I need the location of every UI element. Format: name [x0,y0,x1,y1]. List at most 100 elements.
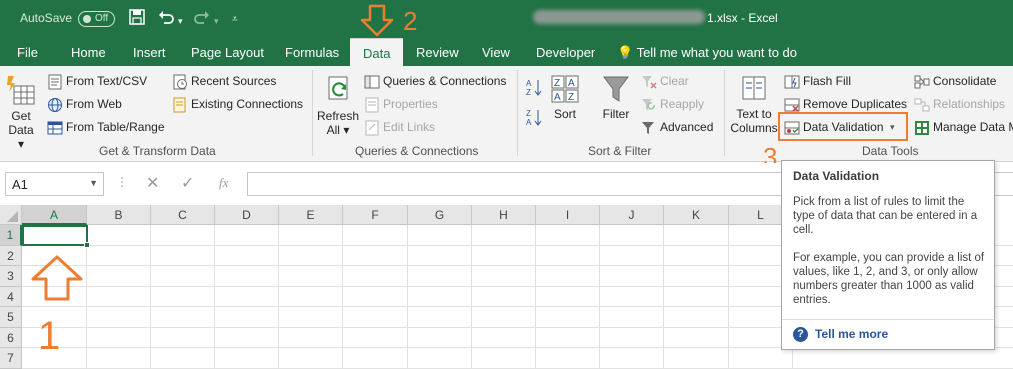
undo-dropdown-icon[interactable]: ▾ [178,12,183,30]
insert-function-icon[interactable]: fx [219,175,228,191]
text-to-columns-label-2: Columns [730,121,778,135]
name-box[interactable]: A1 ▼ [5,172,104,196]
reapply-button[interactable]: Reapply [641,97,704,113]
refresh-all-button[interactable]: Refresh All ▾ [316,74,360,137]
column-header-j[interactable]: J [600,205,664,225]
flash-fill-button[interactable]: Flash Fill [784,74,851,90]
redo-icon[interactable] [194,9,210,30]
advanced-filter-icon [642,122,654,134]
tab-review[interactable]: Review [416,45,459,60]
edit-links-icon [365,120,379,136]
tab-file[interactable]: File [17,45,38,60]
manage-data-model-button[interactable]: Manage Data M [914,120,1013,136]
select-all-corner[interactable] [0,205,22,225]
tab-view[interactable]: View [482,45,510,60]
edit-links-button[interactable]: Edit Links [364,120,435,136]
sort-z-a-button[interactable]: ZA [526,108,542,131]
sort-a-z-button[interactable]: AZ [526,78,542,101]
svg-text:Z: Z [526,109,531,118]
step1-arrow-icon [31,255,83,301]
properties-button[interactable]: Properties [364,97,438,113]
text-to-columns-button[interactable]: Text to Columns [728,74,780,135]
recent-sources-button[interactable]: Recent Sources [172,74,276,90]
cancel-icon[interactable]: ✕ [146,173,159,193]
tab-insert[interactable]: Insert [133,45,166,60]
column-header-e[interactable]: E [279,205,343,225]
fill-handle[interactable] [84,242,90,248]
toggle-knob [83,15,91,23]
filter-label: Filter [602,107,630,121]
sort-button[interactable]: Z A A Z Sort [549,74,581,121]
tab-home[interactable]: Home [71,45,106,60]
tell-me-more-link[interactable]: ? Tell me more [793,327,889,343]
get-data-button[interactable]: Get Data ▾ [4,74,38,151]
recent-sources-icon [173,74,187,90]
queries-connections-icon [364,75,380,89]
consolidate-icon [914,75,930,89]
from-web-button[interactable]: From Web [47,97,122,113]
row-header-2[interactable]: 2 [0,246,22,266]
column-header-h[interactable]: H [472,205,536,225]
text-to-columns-label-1: Text to [736,107,772,121]
row-header-4[interactable]: 4 [0,287,22,307]
from-table-range-button[interactable]: From Table/Range [47,120,165,136]
refresh-label-1: Refresh [316,109,360,123]
name-box-dropdown-icon[interactable]: ▼ [89,178,98,188]
globe-icon [48,98,62,112]
svg-text:A: A [568,78,575,89]
queries-connections-button[interactable]: Queries & Connections [364,74,506,90]
row-header-3[interactable]: 3 [0,266,22,287]
svg-text:Z: Z [568,92,574,103]
save-icon[interactable] [129,9,145,30]
tab-developer[interactable]: Developer [536,45,595,60]
svg-text:A: A [526,118,532,127]
table-icon [47,121,63,135]
title-bar: AutoSave Off ▾ ▾ ⩡ 2 1.xlsx - Excel [0,0,1013,38]
data-validation-tooltip: Data Validation Pick from a list of rule… [781,160,995,350]
tell-me-box[interactable]: 💡 Tell me what you want to do [617,45,797,61]
tab-data[interactable]: Data [350,38,404,66]
remove-duplicates-icon [784,98,800,112]
relationships-button[interactable]: Relationships [914,97,1005,113]
get-data-label-2: Data ▾ [8,123,34,151]
group-separator [517,70,518,156]
column-header-b[interactable]: B [87,205,151,225]
remove-duplicates-button[interactable]: Remove Duplicates [784,97,907,113]
undo-icon[interactable] [158,9,174,30]
tell-me-text: Tell me what you want to do [636,45,797,60]
blurred-filename [533,10,705,24]
filter-button[interactable]: Filter [599,74,633,121]
tab-page-layout[interactable]: Page Layout [191,45,264,60]
text-file-icon [48,74,62,90]
customize-qat-icon[interactable]: ⩡ [232,11,238,29]
column-header-c[interactable]: C [151,205,215,225]
svg-text:A: A [554,92,561,103]
text-to-columns-icon [742,76,766,100]
tell-me-more-label: Tell me more [815,327,889,341]
advanced-button[interactable]: Advanced [641,120,713,136]
column-header-d[interactable]: D [215,205,279,225]
tab-formulas[interactable]: Formulas [285,45,339,60]
enter-icon[interactable]: ✓ [181,173,194,193]
column-header-f[interactable]: F [343,205,408,225]
row-header-6[interactable]: 6 [0,328,22,348]
row-header-7[interactable]: 7 [0,348,22,369]
group-label-queries: Queries & Connections [355,144,479,158]
clear-button[interactable]: Clear [641,74,689,90]
column-header-a[interactable]: A [22,205,87,225]
active-cell-a1[interactable] [22,225,90,248]
column-header-k[interactable]: K [664,205,729,225]
consolidate-button[interactable]: Consolidate [914,74,996,90]
refresh-icon [328,76,348,100]
existing-connections-button[interactable]: Existing Connections [172,97,303,113]
column-header-g[interactable]: G [408,205,472,225]
column-header-i[interactable]: I [536,205,600,225]
autosave-toggle[interactable]: Off [78,11,115,27]
clear-filter-icon [642,76,657,89]
redo-dropdown-icon[interactable]: ▾ [214,12,219,30]
row-header-5[interactable]: 5 [0,307,22,328]
from-text-csv-button[interactable]: From Text/CSV [47,74,147,90]
autosave-label: AutoSave [20,11,73,25]
row-header-1[interactable]: 1 [0,225,22,246]
formula-bar-grip-icon[interactable]: ⋮ [116,175,128,189]
